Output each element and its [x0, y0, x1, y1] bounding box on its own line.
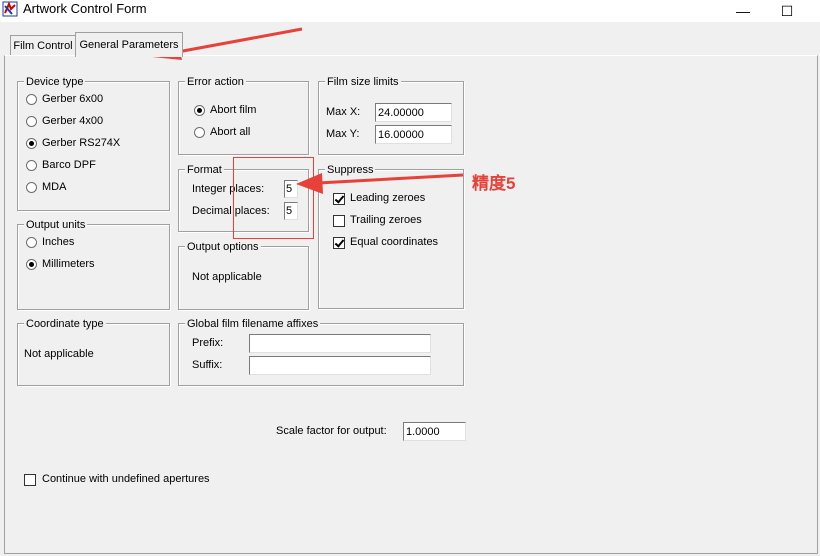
app-icon	[2, 1, 18, 17]
tab-film-control[interactable]: Film Control	[10, 35, 76, 56]
radio-abort-film[interactable]	[194, 105, 205, 116]
continue-undefined-apertures-checkbox[interactable]	[24, 474, 36, 486]
max-y-input[interactable]	[375, 125, 452, 144]
output-options-text: Not applicable	[192, 271, 262, 283]
gerber-4x00-label: Gerber 4x00	[42, 115, 104, 127]
gerber-6x00-label: Gerber 6x00	[42, 93, 104, 105]
device-type-label: Device type	[24, 76, 86, 88]
suffix-label: Suffix:	[192, 359, 223, 371]
continue-undefined-apertures-label: Continue with undefined apertures	[42, 473, 210, 485]
coordinate-type-text: Not applicable	[24, 348, 94, 360]
radio-inches[interactable]	[26, 237, 37, 248]
radio-gerber-6x00[interactable]	[26, 94, 37, 105]
abort-film-label: Abort film	[210, 104, 257, 116]
barco-dpf-label: Barco DPF	[42, 159, 96, 171]
suffix-input[interactable]	[249, 356, 431, 375]
radio-millimeters[interactable]	[26, 259, 37, 270]
radio-mda[interactable]	[26, 182, 37, 193]
gerber-rs274x-label: Gerber RS274X	[42, 137, 121, 149]
output-options-label: Output options	[185, 241, 261, 253]
suppress-label: Suppress	[325, 164, 376, 176]
leading-zeroes-checkbox[interactable]	[333, 193, 345, 205]
mda-label: MDA	[42, 181, 67, 193]
millimeters-label: Millimeters	[42, 258, 95, 270]
coordinate-type-label: Coordinate type	[24, 318, 106, 330]
radio-gerber-rs274x[interactable]	[26, 138, 37, 149]
radio-abort-all[interactable]	[194, 127, 205, 138]
prefix-input[interactable]	[249, 334, 431, 353]
max-x-input[interactable]	[375, 103, 452, 122]
prefix-label: Prefix:	[192, 337, 224, 349]
equal-coordinates-checkbox[interactable]	[333, 237, 345, 249]
scale-factor-input[interactable]	[403, 422, 466, 441]
scale-factor-label: Scale factor for output:	[276, 425, 387, 437]
format-label: Format	[185, 164, 224, 176]
error-action-group	[178, 81, 309, 155]
max-y-label: Max Y:	[326, 128, 360, 140]
trailing-zeroes-checkbox[interactable]	[333, 215, 345, 227]
inches-label: Inches	[42, 236, 75, 248]
abort-all-label: Abort all	[210, 126, 251, 138]
max-x-label: Max X:	[326, 106, 361, 118]
maximize-button[interactable]: ☐	[772, 0, 802, 22]
minimize-button[interactable]: —	[728, 0, 758, 22]
film-size-limits-label: Film size limits	[325, 76, 401, 88]
global-film-affixes-label: Global film filename affixes	[185, 318, 321, 330]
leading-zeroes-label: Leading zeroes	[350, 192, 426, 204]
error-action-label: Error action	[185, 76, 246, 88]
trailing-zeroes-label: Trailing zeroes	[350, 214, 422, 226]
annotation-highlight-box	[233, 157, 314, 239]
annotation-text: 精度5	[472, 174, 516, 193]
radio-gerber-4x00[interactable]	[26, 116, 37, 127]
radio-barco-dpf[interactable]	[26, 160, 37, 171]
global-film-affixes-group	[178, 323, 464, 386]
equal-coordinates-label: Equal coordinates	[350, 236, 439, 248]
window-title: Artwork Control Form	[23, 1, 147, 16]
output-units-label: Output units	[24, 219, 88, 231]
tab-general-parameters[interactable]: General Parameters	[75, 32, 183, 57]
